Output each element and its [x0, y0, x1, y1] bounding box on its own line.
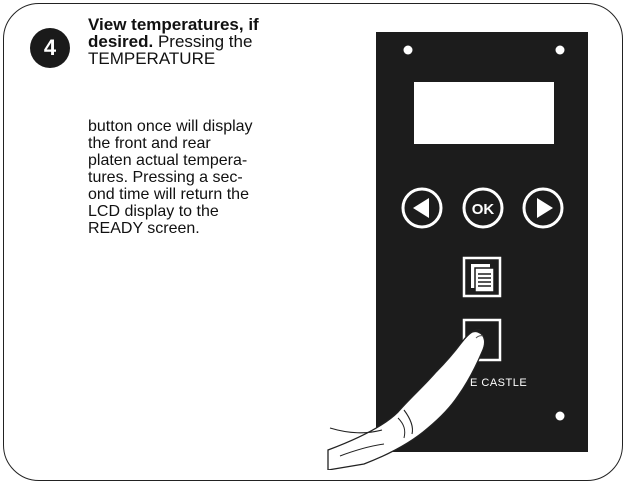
step-body-line: platen actual tempera- — [88, 152, 248, 169]
ok-label: OK — [472, 201, 495, 218]
step-body-line: ond time will return the — [88, 186, 249, 203]
screw-icon — [555, 45, 565, 55]
step-heading-line-1: View temperatures, if — [88, 15, 259, 34]
screw-icon — [403, 45, 413, 55]
control-panel-svg: OK E CASTLE — [327, 32, 588, 471]
step-body-line: the front and rear — [88, 135, 211, 152]
step-intro: View temperatures, if desired. Pressing … — [88, 16, 318, 67]
step-body-line: LCD display to the — [88, 203, 219, 220]
brand-label: E CASTLE — [470, 377, 527, 389]
step-body: button once will display the front and r… — [88, 118, 308, 237]
step-number-badge: 4 — [30, 28, 70, 68]
step-body-line: tures. Pressing a sec- — [88, 169, 243, 186]
control-panel-illustration: OK E CASTLE — [300, 20, 600, 471]
lcd-display — [414, 82, 554, 144]
step-heading-line-2-wrap: desired. Pressing the — [88, 33, 318, 50]
step-body-line: button once will display — [88, 118, 253, 135]
screw-icon — [555, 411, 565, 421]
step-body-line: READY screen. — [88, 220, 200, 237]
document-icon — [471, 264, 495, 293]
step-intro-line-3: TEMPERATURE — [88, 49, 216, 68]
